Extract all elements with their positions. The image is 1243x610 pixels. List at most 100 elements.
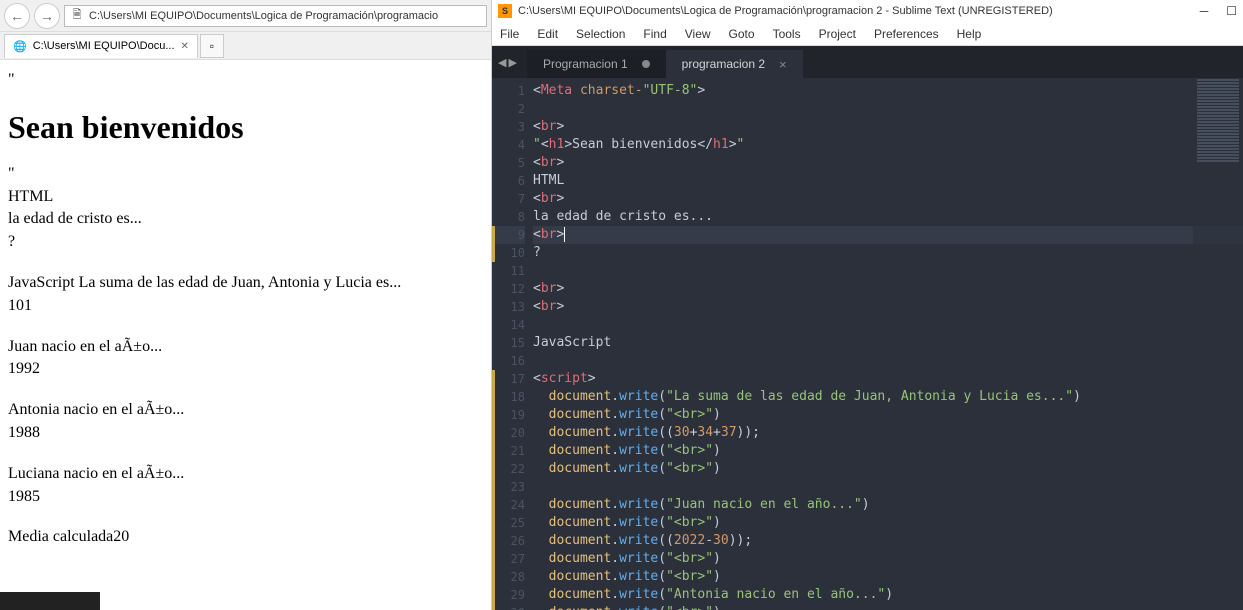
code-line[interactable]: <br> [533,226,1243,244]
code-line[interactable]: HTML [533,172,1243,190]
code-line[interactable]: JavaScript [533,334,1243,352]
code-line[interactable]: ? [533,244,1243,262]
code-line[interactable]: document.write("<br>") [533,460,1243,478]
code-line[interactable]: <script> [533,370,1243,388]
code-line[interactable]: <br> [533,154,1243,172]
code-line[interactable]: <br> [533,298,1243,316]
line-number: 11 [496,262,525,280]
text-quote: " [8,70,483,91]
url-text: C:\Users\MI EQUIPO\Documents\Logica de P… [89,10,438,22]
text-juan-val: 1992 [8,359,483,380]
menu-find[interactable]: Find [643,27,666,41]
code-line[interactable]: document.write((2022-30)); [533,532,1243,550]
menu-edit[interactable]: Edit [537,27,558,41]
line-number: 19 [492,406,525,424]
menu-file[interactable]: File [500,27,519,41]
code-line[interactable] [533,316,1243,334]
line-number: 28 [492,568,525,586]
code-line[interactable] [533,352,1243,370]
titlebar: S C:\Users\MI EQUIPO\Documents\Logica de… [492,0,1243,22]
minimap[interactable] [1193,78,1243,258]
line-number: 1 [496,82,525,100]
line-number: 23 [492,478,525,496]
minimize-button[interactable]: ─ [1200,4,1209,18]
menu-goto[interactable]: Goto [729,27,755,41]
menu-selection[interactable]: Selection [576,27,625,41]
line-number: 13 [496,298,525,316]
code-line[interactable] [533,262,1243,280]
code-area[interactable]: <Meta charset-"UTF-8"><br>"<h1>Sean bien… [533,78,1243,610]
back-button[interactable]: ← [4,3,30,29]
new-tab-button[interactable]: ▫ [200,34,224,58]
code-line[interactable]: <Meta charset-"UTF-8"> [533,82,1243,100]
code-line[interactable]: <br> [533,190,1243,208]
line-number: 20 [492,424,525,442]
text-juan: Juan nacio en el aÃ±o... [8,337,483,358]
line-number: 30 [492,604,525,610]
editor-area[interactable]: 1234567891011121314151617181920212223242… [492,78,1243,610]
menu-help[interactable]: Help [957,27,982,41]
line-number: 22 [492,460,525,478]
line-number: 25 [492,514,525,532]
ie-tab-active[interactable]: 🌐 C:\Users\MI EQUIPO\Docu... ✕ [4,34,198,58]
maximize-button[interactable]: ☐ [1226,4,1237,18]
page-heading: Sean bienvenidos [8,109,483,146]
ie-toolbar: ← → 🗎 C:\Users\MI EQUIPO\Documents\Logic… [0,0,491,32]
forward-button[interactable]: → [34,3,60,29]
text-html: HTML [8,187,483,208]
window-controls: ─ ☐ [1200,4,1237,18]
editor-tab-1[interactable]: Programacion 1 [527,50,666,78]
text-media: Media calculada20 [8,527,483,548]
text-edad: la edad de cristo es... [8,209,483,230]
line-number: 18 [492,388,525,406]
text-suma-val: 101 [8,296,483,317]
text-luciana: Luciana nacio en el aÃ±o... [8,464,483,485]
code-line[interactable]: document.write("<br>") [533,568,1243,586]
menu-project[interactable]: Project [819,27,856,41]
code-line[interactable]: document.write("<br>") [533,550,1243,568]
line-gutter: 1234567891011121314151617181920212223242… [492,78,533,610]
code-line[interactable]: <br> [533,280,1243,298]
text-antonia: Antonia nacio en el aÃ±o... [8,400,483,421]
text-quote2: " [8,164,483,185]
code-line[interactable]: <br> [533,118,1243,136]
line-number: 3 [496,118,525,136]
line-number: 9 [492,226,525,244]
line-number: 24 [492,496,525,514]
menu-view[interactable]: View [685,27,711,41]
menu-preferences[interactable]: Preferences [874,27,939,41]
address-bar[interactable]: 🗎 C:\Users\MI EQUIPO\Documents\Logica de… [64,5,487,27]
line-number: 7 [496,190,525,208]
code-line[interactable] [533,478,1243,496]
ie-browser-window: ← → 🗎 C:\Users\MI EQUIPO\Documents\Logic… [0,0,492,610]
line-number: 6 [496,172,525,190]
line-number: 5 [496,154,525,172]
code-line[interactable] [533,100,1243,118]
code-line[interactable]: document.write("<br>") [533,514,1243,532]
menu-tools[interactable]: Tools [773,27,801,41]
code-line[interactable]: document.write("<br>") [533,604,1243,610]
line-number: 27 [492,550,525,568]
line-number: 21 [492,442,525,460]
code-line[interactable]: "<h1>Sean bienvenidos</h1>" [533,136,1243,154]
sublime-window: S C:\Users\MI EQUIPO\Documents\Logica de… [492,0,1243,610]
code-line[interactable]: document.write("<br>") [533,442,1243,460]
tab-label: Programacion 1 [543,57,628,71]
sublime-icon: S [498,4,512,18]
code-line[interactable]: document.write("<br>") [533,406,1243,424]
code-line[interactable]: la edad de cristo es... [533,208,1243,226]
code-line[interactable]: document.write("Juan nacio en el año..."… [533,496,1243,514]
line-number: 16 [496,352,525,370]
close-icon[interactable]: × [779,57,787,72]
editor-tab-2[interactable]: programacion 2 × [666,50,803,78]
line-number: 15 [496,334,525,352]
code-line[interactable]: document.write("La suma de las edad de J… [533,388,1243,406]
code-line[interactable]: document.write((30+34+37)); [533,424,1243,442]
taskbar-fragment [0,592,100,610]
code-line[interactable]: document.write("Antonia nacio en el año.… [533,586,1243,604]
line-number: 29 [492,586,525,604]
line-number: 10 [492,244,525,262]
line-number: 4 [496,136,525,154]
close-icon[interactable]: ✕ [181,41,189,52]
tab-nav-arrows[interactable]: ◀▶ [498,56,517,69]
